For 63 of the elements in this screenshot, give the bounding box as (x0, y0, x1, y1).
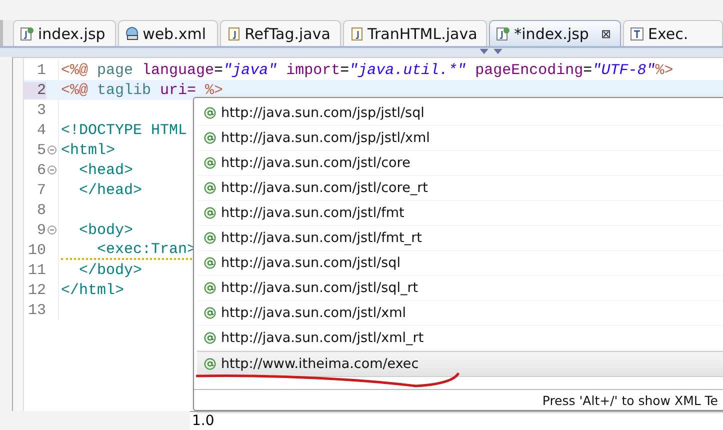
collapse-icon[interactable] (47, 225, 57, 235)
line-number: 4 (36, 122, 46, 138)
line-number: 9 (36, 222, 46, 238)
scroll-markers-icon (478, 48, 504, 55)
line-number: 5 (36, 142, 46, 158)
java-file-icon (350, 26, 364, 40)
at-sign-icon (204, 282, 216, 294)
line-number: 3 (36, 102, 46, 118)
suggestion-item[interactable]: http://java.sun.com/jsp/jstl/xml (197, 126, 723, 151)
code-text: <%@ page language="java" import="java.util.*" pageEncoding="UTF-8"%> (61, 62, 674, 78)
code-text: </body> (78, 262, 142, 278)
at-sign-icon (204, 232, 216, 244)
editor-tab[interactable]: index.jsp (13, 20, 116, 46)
code-text: <body> (78, 222, 134, 238)
line-number: 13 (26, 302, 46, 318)
suggestion-item[interactable]: http://java.sun.com/jstl/xml (197, 301, 723, 326)
jsp-file-icon (20, 26, 34, 40)
suggestion-item[interactable]: http://java.sun.com/jsp/jstl/sql (197, 101, 723, 126)
line-number: 12 (26, 282, 46, 298)
line-number: 6 (36, 162, 46, 178)
close-tab-button[interactable]: ⊠ (600, 26, 612, 40)
at-sign-icon (204, 358, 216, 370)
status-text: 1.0 (192, 413, 214, 429)
line-number: 2 (24, 82, 46, 98)
at-sign-icon (204, 132, 216, 144)
at-sign-icon (204, 157, 216, 169)
code-text: <!DOCTYPE HTML (61, 122, 188, 138)
editor-tab[interactable]: RefTag.java (220, 20, 340, 46)
java-file-icon (226, 26, 241, 40)
hint-text: Press 'Alt+/' to show XML Te (542, 392, 718, 408)
at-sign-icon (204, 257, 216, 269)
collapse-icon[interactable] (47, 165, 57, 175)
code-text: </head> (78, 182, 142, 198)
code-editor[interactable] (12, 57, 723, 411)
suggestion-item[interactable]: http://java.sun.com/jstl/fmt (197, 201, 723, 226)
line-number: 10 (26, 242, 46, 258)
line-number: 11 (26, 262, 46, 278)
globe-file-icon (124, 26, 139, 40)
suggestion-item[interactable]: http://www.itheima.com/exec (197, 351, 723, 377)
collapse-icon[interactable] (47, 145, 57, 155)
at-sign-icon (204, 332, 216, 344)
suggestion-item[interactable]: http://java.sun.com/jstl/sql (197, 251, 723, 276)
editor-tab[interactable]: TranHTML.java (342, 20, 488, 46)
editor-tab[interactable]: *index.jsp ⊠ (489, 20, 621, 46)
line-number: 7 (36, 182, 46, 198)
code-text: <html> (61, 142, 116, 158)
code-text: </html> (61, 282, 124, 298)
at-sign-icon (204, 182, 216, 194)
editor-tab[interactable]: web.xml (118, 20, 218, 46)
tag-file-icon (630, 26, 644, 40)
suggestion-item[interactable]: http://java.sun.com/jstl/fmt_rt (197, 226, 723, 251)
line-number: 1 (36, 62, 46, 78)
line-number: 8 (36, 202, 46, 218)
suggestion-item[interactable]: http://java.sun.com/jstl/sql_rt (197, 276, 723, 301)
code-text: <head> (78, 162, 134, 178)
suggestion-item[interactable]: http://java.sun.com/jstl/core (197, 151, 723, 176)
at-sign-icon (204, 307, 216, 319)
at-sign-icon (204, 107, 216, 119)
code-text: <%@ taglib uri= %> (61, 82, 224, 98)
jsp-file-icon (496, 26, 510, 40)
suggestion-item[interactable]: http://java.sun.com/jstl/core_rt (197, 176, 723, 201)
editor-tab[interactable]: Exec. (623, 20, 723, 46)
at-sign-icon (204, 207, 216, 219)
